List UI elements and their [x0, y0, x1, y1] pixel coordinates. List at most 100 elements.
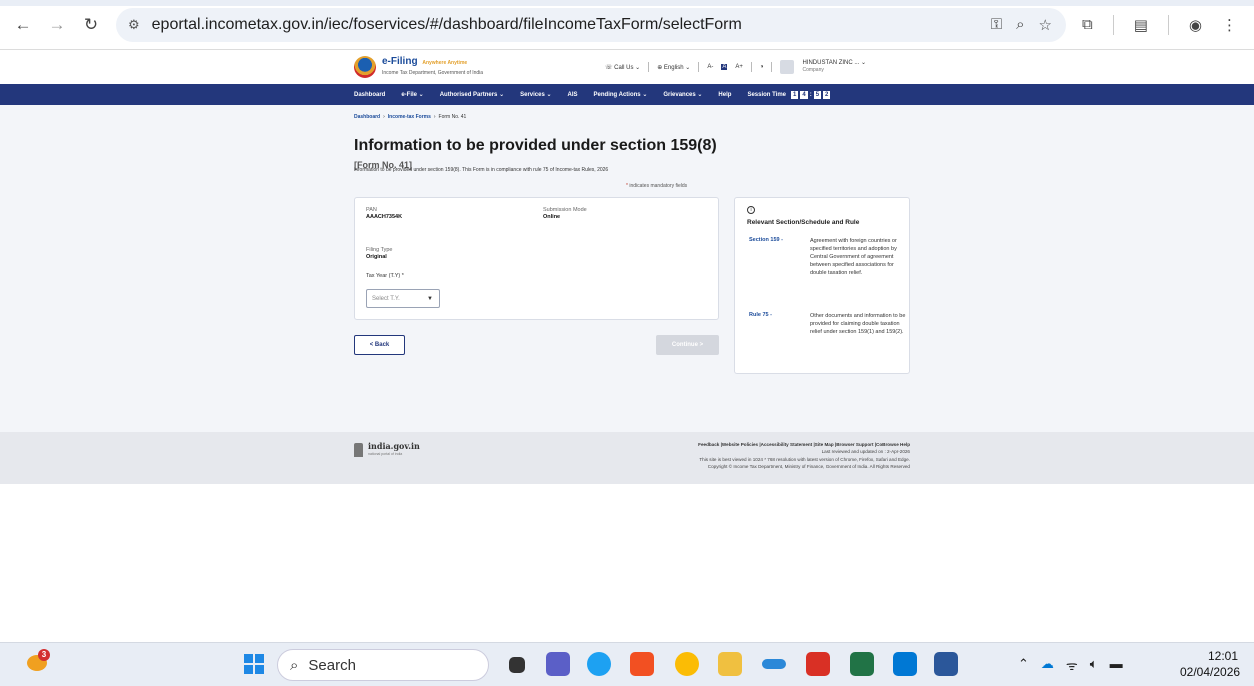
nav-efile[interactable]: e-File ⌄: [401, 91, 423, 98]
filing-type-value: Original: [366, 254, 387, 260]
acrobat-icon[interactable]: [806, 652, 830, 676]
file-explorer-icon[interactable]: [718, 652, 742, 676]
edge-icon[interactable]: [587, 652, 611, 676]
menu-kebab-icon[interactable]: ⋮: [1222, 16, 1237, 34]
tax-year-select[interactable]: Select T.Y. ▼: [366, 289, 440, 308]
page-subtitle: Information to be provided under section…: [354, 167, 609, 173]
site-header: e-Filing Anywhere Anytime Income Tax Dep…: [0, 50, 1254, 84]
session-digit: 4: [800, 90, 808, 99]
breadcrumb-dashboard[interactable]: Dashboard: [354, 114, 380, 120]
nav-ais[interactable]: AIS: [568, 92, 578, 98]
excel-icon[interactable]: [850, 652, 874, 676]
breadcrumb: Dashboard › Income-tax Forms › Form No. …: [354, 114, 467, 120]
site-settings-icon[interactable]: ⚙: [128, 17, 140, 33]
font-increase-button[interactable]: A+: [735, 64, 743, 70]
outlook-icon[interactable]: [893, 652, 917, 676]
m365-icon[interactable]: [630, 652, 654, 676]
session-digit: 2: [823, 90, 831, 99]
mandatory-note: * indicates mandatory fields: [626, 183, 688, 189]
submission-mode-value: Online: [543, 214, 561, 220]
logo-text: e-Filing Anywhere Anytime Income Tax Dep…: [382, 55, 484, 76]
empty-area: [0, 484, 1254, 642]
nav-grievances[interactable]: Grievances ⌄: [663, 91, 702, 98]
chrome-icon[interactable]: [675, 652, 699, 676]
relevant-rules-panel: i Relevant Section/Schedule and Rule Sec…: [734, 197, 910, 374]
back-button[interactable]: < Back: [354, 335, 405, 355]
logo-subtitle: Income Tax Department, Government of Ind…: [382, 69, 484, 76]
reload-icon[interactable]: ↻: [80, 14, 102, 36]
onedrive-icon[interactable]: ☁: [1041, 656, 1054, 674]
nav-pending-actions[interactable]: Pending Actions ⌄: [594, 91, 648, 98]
wifi-icon[interactable]: ᯤ: [1066, 656, 1078, 674]
breadcrumb-current: Form No. 41: [438, 114, 467, 120]
browser-toolbar: ← → ↻ ⚙ eportal.incometax.gov.in/iec/fos…: [0, 0, 1254, 50]
rule-75-desc: Other documents and information to be pr…: [810, 313, 906, 335]
india-gov-logo[interactable]: india.gov.in national portal of india: [354, 442, 420, 458]
forward-arrow-icon[interactable]: →: [46, 14, 68, 36]
font-decrease-button[interactable]: A-: [707, 64, 713, 70]
notification-badge: 3: [38, 649, 50, 661]
section-159-desc: Agreement with foreign countries or spec…: [810, 238, 897, 276]
pan-value: AAACH7354K: [366, 214, 403, 220]
volume-icon[interactable]: 🔈︎: [1090, 656, 1098, 674]
battery-icon[interactable]: ▬: [1110, 656, 1123, 674]
browser-note: This site is best viewed in 1024 * 768 r…: [699, 456, 910, 462]
toolbar-divider: [1167, 14, 1169, 35]
contrast-icon[interactable]: ◑: [760, 64, 764, 70]
session-timer: Session Time 1 4 : 5 2: [747, 90, 831, 99]
call-us-link[interactable]: ☏ Call Us ⌄: [605, 64, 640, 71]
font-normal-button[interactable]: A: [721, 64, 728, 70]
profile-icon[interactable]: ◉: [1189, 16, 1202, 34]
page-content: Dashboard › Income-tax Forms › Form No. …: [0, 105, 1254, 432]
language-select[interactable]: ⊕ English ⌄: [657, 64, 690, 71]
footer-links[interactable]: Feedback |Website Policies |Accessibilit…: [698, 441, 910, 448]
chevron-up-icon[interactable]: ⌃: [1018, 656, 1029, 674]
efiling-logo[interactable]: e-Filing Anywhere Anytime Income Tax Dep…: [354, 56, 483, 78]
form-card: PAN AAACH7354K Submission Mode Online Fi…: [354, 197, 719, 320]
header-divider: [750, 62, 752, 72]
teams-icon[interactable]: [546, 652, 570, 676]
weather-widget[interactable]: 3: [27, 649, 50, 673]
address-bar[interactable]: ⚙ eportal.incometax.gov.in/iec/foservice…: [116, 7, 1066, 42]
panel-title: Relevant Section/Schedule and Rule: [747, 219, 860, 226]
nav-services[interactable]: Services ⌄: [520, 91, 551, 98]
tab-strip: [0, 0, 1254, 6]
breadcrumb-income-tax-forms[interactable]: Income-tax Forms: [388, 114, 431, 120]
nav-dashboard[interactable]: Dashboard: [354, 92, 385, 98]
efiling-emblem-icon: [354, 56, 376, 78]
filing-type-field: Filing Type Original: [366, 247, 393, 260]
taskbar-clock[interactable]: 12:01 02/04/2026: [1180, 648, 1240, 680]
task-view-icon[interactable]: [509, 657, 525, 673]
system-tray: ⌃ ☁ ᯤ 🔈︎ ▬: [1018, 656, 1123, 674]
password-key-icon[interactable]: ⚿: [991, 16, 1002, 34]
taskbar-search[interactable]: ⌕ Search: [277, 649, 489, 681]
windows-start-icon[interactable]: [244, 654, 264, 674]
header-divider: [771, 62, 773, 72]
reading-mode-icon[interactable]: ▤: [1134, 16, 1148, 34]
url-text: eportal.incometax.gov.in/iec/foservices/…: [151, 15, 742, 33]
session-digit: 5: [813, 90, 822, 99]
main-nav: Dashboard e-File ⌄ Authorised Partners ⌄…: [0, 84, 1254, 105]
extensions-icon[interactable]: ⧉: [1082, 16, 1093, 33]
copyright: Copyright © Income Tax Department, Minis…: [707, 464, 910, 470]
footer-info: Feedback |Website Policies |Accessibilit…: [698, 441, 910, 471]
national-emblem-icon: [354, 443, 363, 457]
bookmark-star-icon[interactable]: ☆: [1039, 16, 1052, 34]
user-menu[interactable]: HINDUSTAN ZINC ... ⌄ Company: [802, 60, 866, 74]
info-icon: i: [747, 206, 755, 214]
nav-help[interactable]: Help: [718, 92, 731, 98]
zoom-icon[interactable]: ⌕: [1016, 16, 1024, 34]
header-tools: ☏ Call Us ⌄ ⊕ English ⌄ A- A A+ ◑ HINDUS…: [605, 60, 866, 74]
header-divider: [648, 62, 650, 72]
caret-down-icon: ▼: [427, 295, 433, 302]
word-icon[interactable]: [934, 652, 958, 676]
nav-authorised-partners[interactable]: Authorised Partners ⌄: [440, 91, 504, 98]
continue-button[interactable]: Continue >: [656, 335, 719, 355]
rule-75-link[interactable]: Rule 75 -: [749, 312, 772, 318]
app-icon[interactable]: [762, 659, 786, 669]
section-159-link[interactable]: Section 159 -: [749, 237, 783, 243]
logo-tagline: Anywhere Anytime: [422, 59, 468, 66]
back-arrow-icon[interactable]: ←: [12, 14, 34, 36]
user-avatar[interactable]: [780, 60, 795, 74]
pan-field: PAN AAACH7354K: [366, 207, 403, 220]
